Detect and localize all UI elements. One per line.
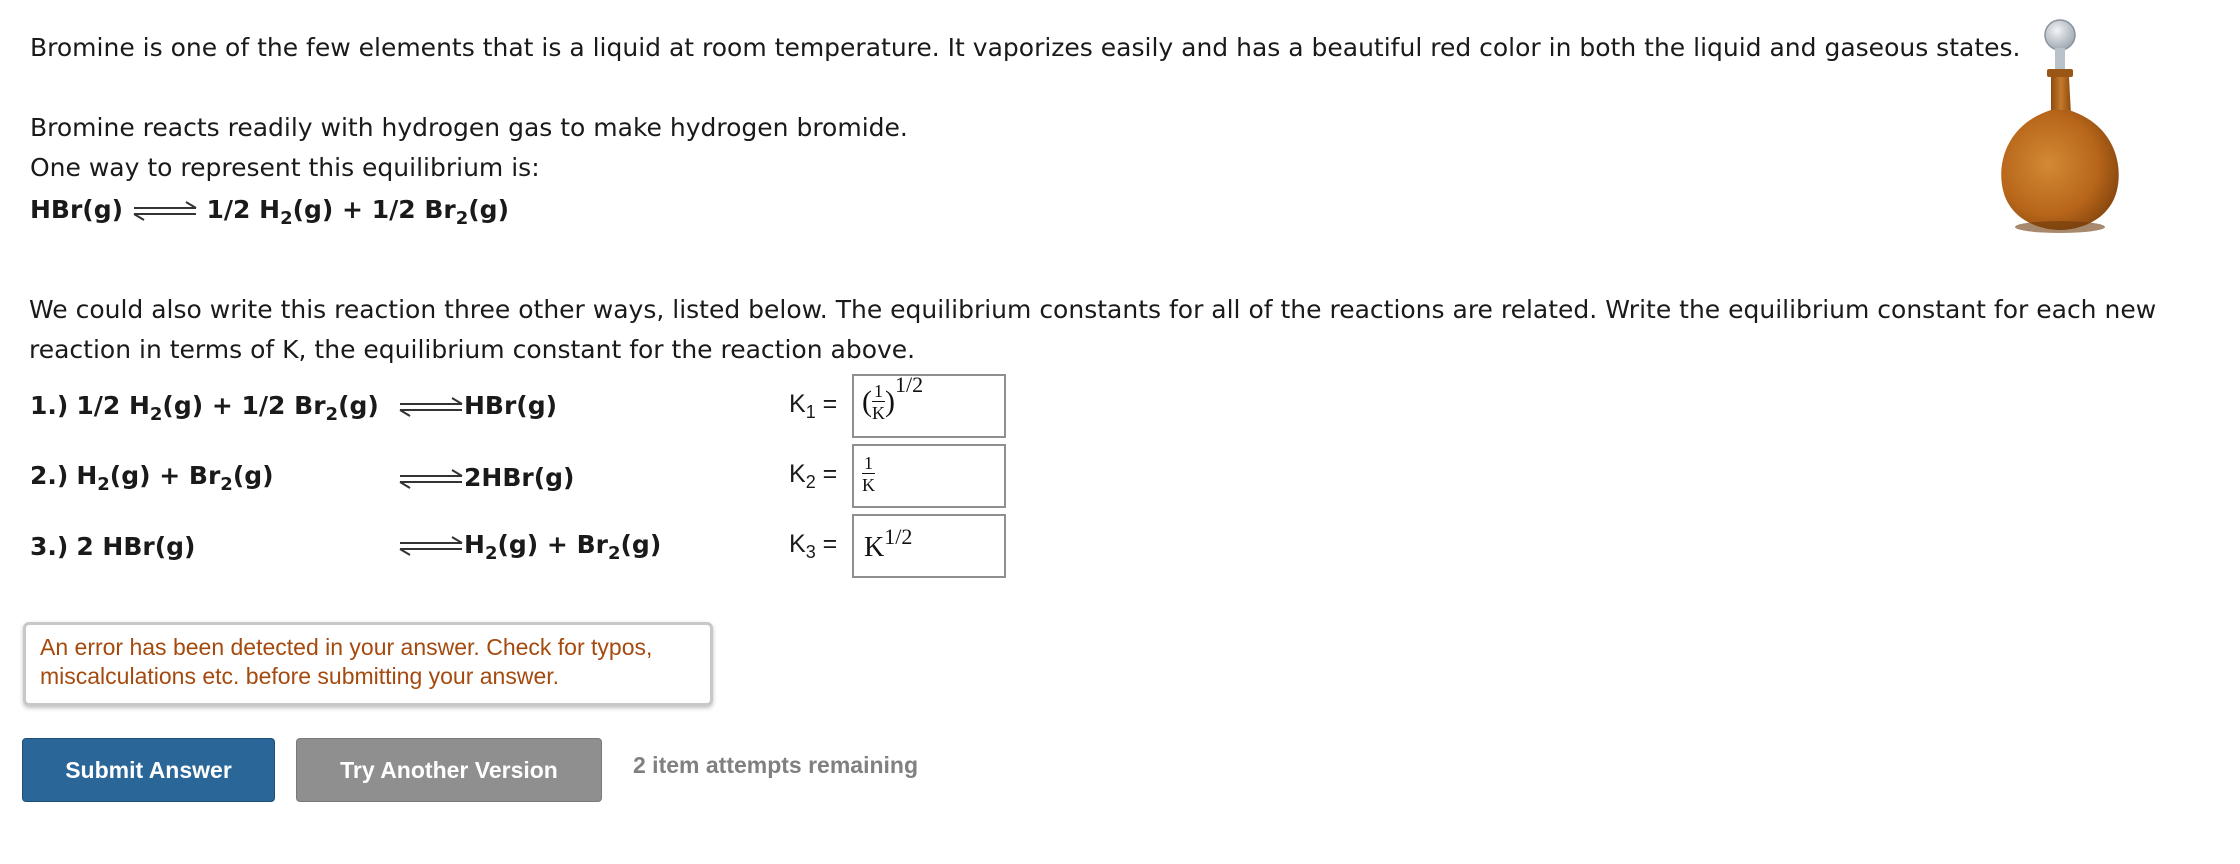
main-equation-right: 1/2 H2(g) + 1/2 Br2(g) bbox=[206, 195, 510, 229]
equilibrium-arrow-icon bbox=[398, 469, 464, 489]
reaction-3-number: 3.) bbox=[30, 532, 69, 561]
error-message: An error has been detected in your answe… bbox=[23, 622, 713, 706]
reaction-2-right: 2HBr(g) bbox=[398, 458, 574, 498]
equilibrium-arrow-icon bbox=[132, 201, 198, 221]
equilibrium-arrow-icon bbox=[398, 536, 464, 556]
k3-answer-field[interactable]: K1/2 bbox=[852, 514, 1006, 578]
intro-line-1: Bromine is one of the few elements that … bbox=[30, 33, 2021, 62]
reaction-3-right: H2(g) + Br2(g) bbox=[398, 525, 661, 568]
equilibrium-arrow-icon bbox=[398, 397, 464, 417]
k2-answer-field[interactable]: 1K bbox=[852, 444, 1006, 508]
main-equation: HBr(g) 1/2 H2(g) + 1/2 Br2(g) bbox=[30, 190, 509, 233]
reaction-1-left: 1.) 1/2 H2(g) + 1/2 Br2(g) bbox=[30, 391, 379, 425]
reaction-1-number: 1.) bbox=[30, 391, 69, 420]
main-equation-left: HBr(g) bbox=[30, 195, 124, 224]
k1-label: K1 = bbox=[789, 390, 838, 422]
submit-answer-button[interactable]: Submit Answer bbox=[22, 738, 275, 802]
instructions-text: We could also write this reaction three … bbox=[29, 295, 2157, 364]
k2-label: K2 = bbox=[789, 460, 838, 492]
attempts-remaining: 2 item attempts remaining bbox=[633, 752, 919, 778]
intro-line-3: One way to represent this equilibrium is… bbox=[30, 153, 540, 182]
reaction-1-right: HBr(g) bbox=[398, 386, 557, 426]
reaction-2-left: 2.) H2(g) + Br2(g) bbox=[30, 461, 274, 495]
intro-line-2: Bromine reacts readily with hydrogen gas… bbox=[30, 113, 908, 142]
bromine-flask-image bbox=[1985, 15, 2135, 244]
reaction-3-left: 3.) 2 HBr(g) bbox=[30, 532, 196, 561]
k3-label: K3 = bbox=[789, 530, 838, 562]
reaction-2-number: 2.) bbox=[30, 461, 69, 490]
try-another-version-button[interactable]: Try Another Version bbox=[296, 738, 602, 802]
k1-answer-field[interactable]: (1 K)1/2 bbox=[852, 372, 1006, 438]
